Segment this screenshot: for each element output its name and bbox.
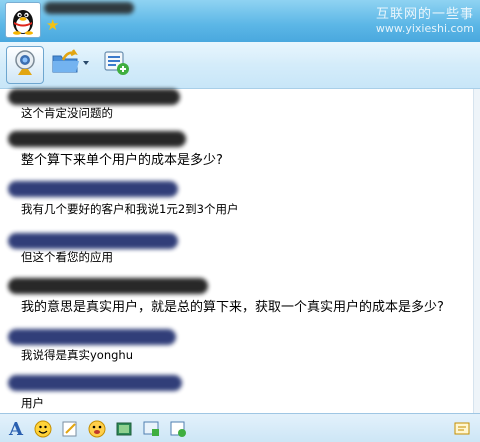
chat-scrollbar[interactable] <box>473 89 480 413</box>
chat-message: 我说得是真实yonghu <box>21 348 134 362</box>
star-icon: ★ <box>46 16 60 34</box>
share-icon[interactable] <box>169 420 187 438</box>
font-icon[interactable]: A <box>7 419 25 440</box>
webcam-icon <box>12 49 38 81</box>
magic-face-icon[interactable] <box>88 420 106 438</box>
sender-redacted <box>8 89 180 105</box>
chat-toolbar <box>0 42 480 89</box>
chat-message: 但这个看您的应用 <box>21 250 113 264</box>
sender-redacted <box>8 375 182 391</box>
input-toolbar: A <box>0 413 480 442</box>
watermark-title: 互联网的一些事 <box>375 7 474 22</box>
sender-redacted <box>8 329 176 345</box>
video-call-button[interactable] <box>6 46 44 84</box>
chat-message: 我有几个要好的客户和我说1元2到3个用户 <box>21 202 239 216</box>
sender-redacted <box>8 278 208 294</box>
watermark: 互联网的一些事 www.yixieshi.com <box>376 3 474 35</box>
app-add-button[interactable] <box>100 46 132 82</box>
watermark-url: www.yixieshi.com <box>375 22 474 35</box>
note-icon[interactable] <box>61 420 79 438</box>
sender-redacted <box>8 131 186 147</box>
image-icon[interactable] <box>142 420 160 438</box>
chat-message: 这个肯定没问题的 <box>21 106 113 120</box>
sender-redacted <box>8 233 178 249</box>
sender-redacted <box>8 181 178 197</box>
chat-message: 我的意思是真实用户，就是总的算下来，获取一个真实用户的成本是多少? <box>21 300 444 315</box>
contact-name-redacted <box>44 2 134 14</box>
emoticon-icon[interactable] <box>34 420 52 438</box>
more-icon[interactable] <box>453 420 471 438</box>
send-file-button[interactable] <box>50 46 92 82</box>
qq-penguin-icon[interactable] <box>5 2 41 38</box>
app-add-icon <box>102 48 130 80</box>
title-bar: ★ 互联网的一些事 www.yixieshi.com <box>0 0 480 42</box>
chat-message: 整个算下来单个用户的成本是多少? <box>21 153 223 168</box>
screenshot-icon[interactable] <box>115 420 133 438</box>
folder-arrow-icon <box>51 48 91 80</box>
chat-message: 用户 <box>21 396 44 410</box>
chat-history[interactable]: 这个肯定没问题的 整个算下来单个用户的成本是多少? 我有几个要好的客户和我说1元… <box>0 89 473 413</box>
